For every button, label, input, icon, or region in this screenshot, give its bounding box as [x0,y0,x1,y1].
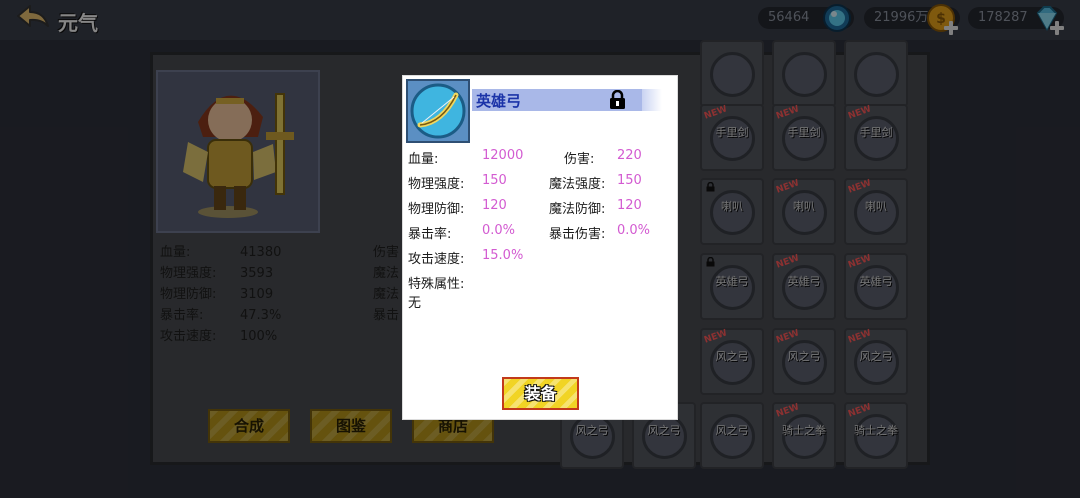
equip-button[interactable]: 装备 [502,377,579,410]
item-icon-frame [406,79,470,143]
item-stat-row: 攻击速度: 15.0% [408,248,524,267]
item-stat-row: 暴击率: 0.0% 暴击伤害: 0.0% [408,223,651,242]
item-name: 英雄弓 [476,92,522,110]
item-name-bar-tail [642,89,662,111]
item-detail-dialog: 英雄弓 血量: 12000 伤害: 220 物理强度: 150 魔法强度: 15… [402,75,678,420]
special-attribute-value: 无 [408,296,422,311]
item-stat-row: 物理防御: 120 魔法防御: 120 [408,198,642,217]
item-stat-row: 血量: 12000 伤害: 220 [408,148,642,167]
special-attribute-label: 特殊属性: [408,277,465,292]
lock-icon[interactable] [609,90,626,110]
item-stats: 血量: 12000 伤害: 220 物理强度: 150 魔法强度: 150 物理… [408,148,676,273]
item-stat-row: 物理强度: 150 魔法强度: 150 [408,173,642,192]
bow-icon [410,83,466,139]
